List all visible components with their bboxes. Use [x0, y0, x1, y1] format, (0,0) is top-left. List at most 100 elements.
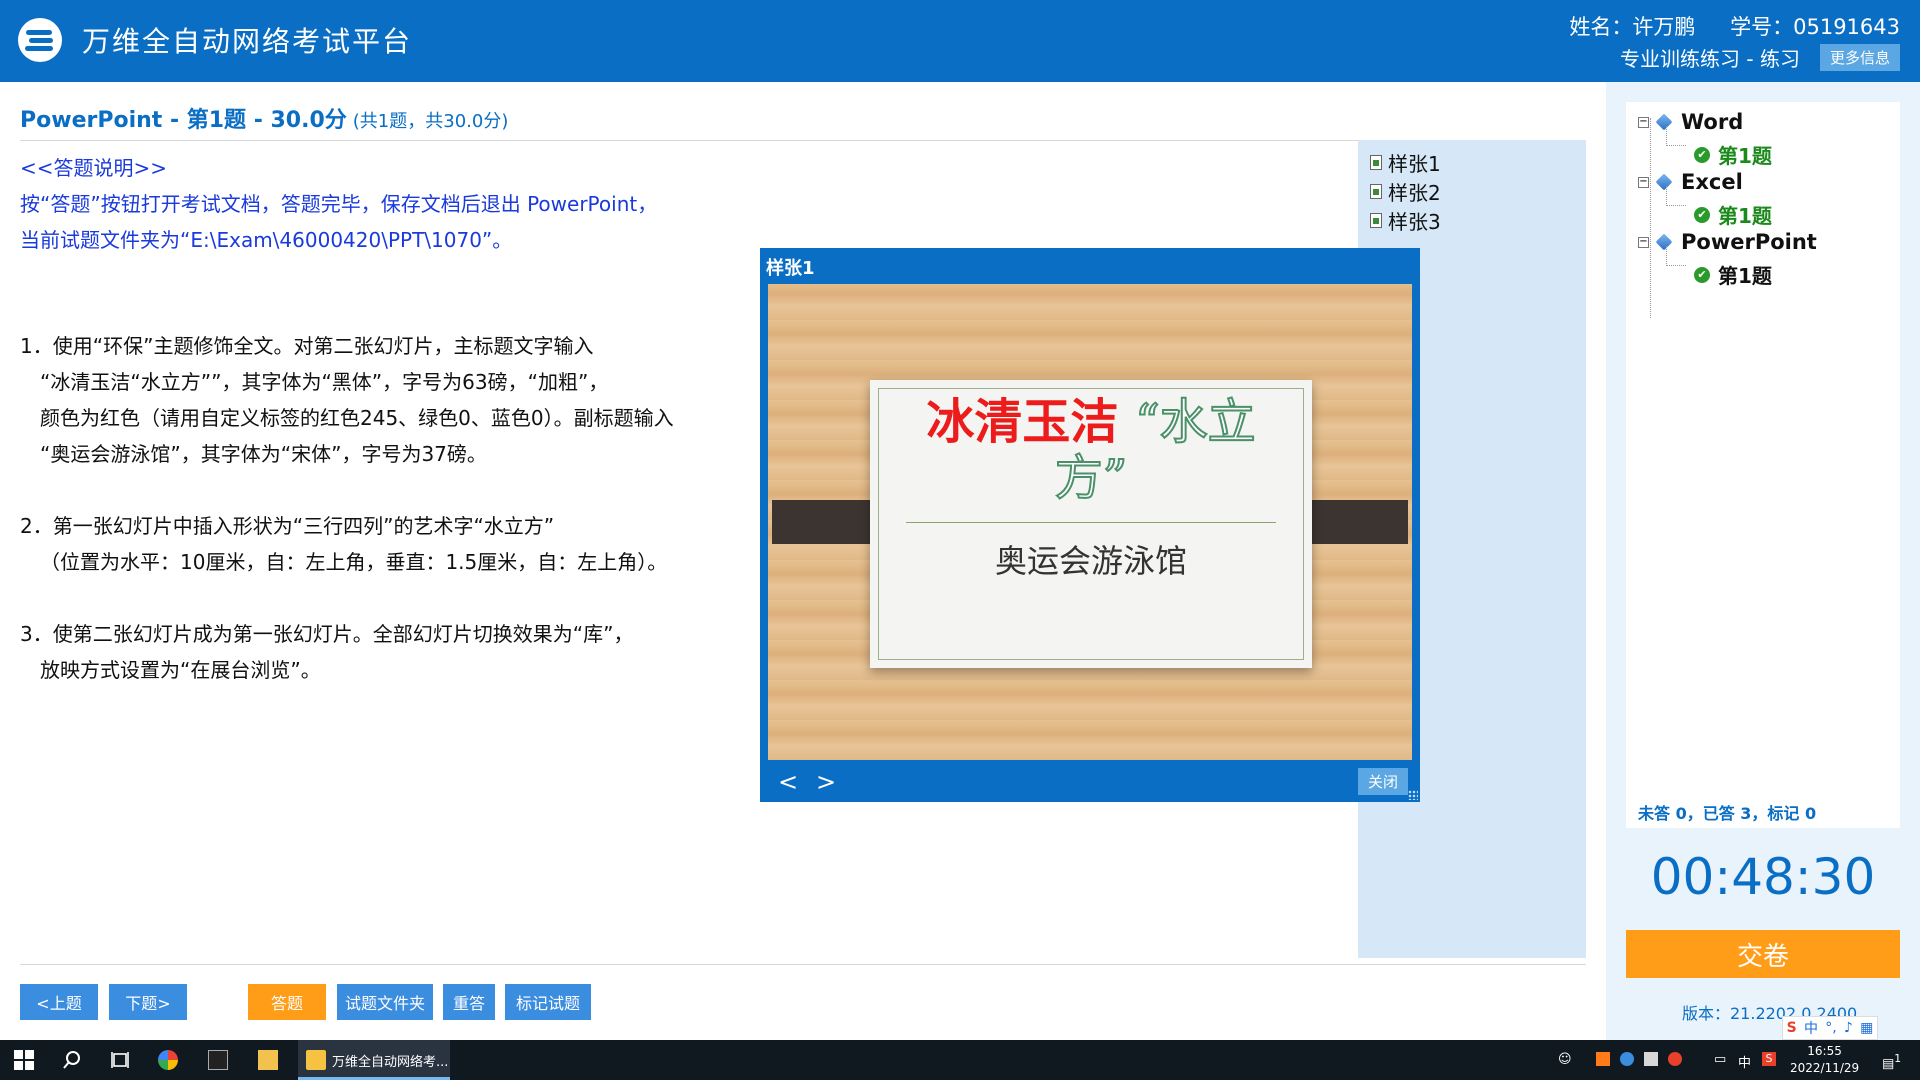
- microphone-icon[interactable]: ♪: [1844, 1020, 1853, 1036]
- collapse-icon[interactable]: −: [1638, 116, 1649, 128]
- countdown-timer: 00:48:30: [1650, 848, 1876, 906]
- tree-node-word[interactable]: − Word: [1638, 110, 1743, 134]
- sogou-icon[interactable]: S: [1787, 1020, 1797, 1036]
- prev-sample-button[interactable]: <: [778, 768, 798, 796]
- tray-app-icon[interactable]: [1620, 1052, 1634, 1066]
- notification-count: 1: [1894, 1052, 1902, 1065]
- clock-date: 2022/11/29: [1790, 1061, 1860, 1075]
- start-icon[interactable]: [14, 1050, 34, 1070]
- check-icon: ✔: [1694, 206, 1710, 223]
- sample-preview-window[interactable]: 样张1 冰清玉洁 “水立 方” 奥运会游泳馆 < > 关闭: [760, 248, 1420, 802]
- tree-node-powerpoint[interactable]: − PowerPoint: [1638, 230, 1817, 254]
- taskbar-app-label[interactable]: 万维全自动网络考...: [332, 1051, 448, 1070]
- tree-node-excel[interactable]: − Excel: [1638, 170, 1743, 194]
- ime-indicator[interactable]: 中: [1738, 1052, 1751, 1071]
- task-item: 3．使第二张幻灯片成为第一张幻灯片。全部幻灯片切换效果为“库”， 放映方式设置为…: [20, 616, 720, 688]
- tree-item-powerpoint-q1[interactable]: ✔ 第1题: [1694, 260, 1772, 289]
- question-folder-button[interactable]: 试题文件夹: [337, 984, 433, 1020]
- more-info-button[interactable]: 更多信息: [1819, 44, 1900, 71]
- slide-title-green: “水立: [1134, 393, 1257, 451]
- people-icon[interactable]: ☺: [1558, 1052, 1572, 1067]
- exam-app-icon[interactable]: [306, 1050, 326, 1070]
- tree-node-label: Excel: [1681, 170, 1743, 194]
- task-line: 2．第一张幻灯片中插入形状为“三行四列”的艺术字“水立方”: [20, 514, 555, 538]
- task-item: 2．第一张幻灯片中插入形状为“三行四列”的艺术字“水立方” （位置为水平：10厘…: [20, 508, 720, 580]
- image-file-icon: [1370, 184, 1382, 199]
- task-line: “冰清玉洁“水立方””，其字体为“黑体”，字号为63磅，“加粗”，: [40, 370, 609, 394]
- answer-button[interactable]: 答题: [248, 984, 326, 1020]
- sample-item[interactable]: 样张1: [1370, 148, 1441, 177]
- tree-item-label: 第1题: [1718, 264, 1772, 288]
- tray-app-icon[interactable]: [1596, 1052, 1610, 1066]
- task-view-icon[interactable]: [110, 1050, 130, 1070]
- slide-subtitle: 奥运会游泳馆: [994, 542, 1187, 580]
- tray-app-icon[interactable]: [1644, 1052, 1658, 1066]
- task-line: 3．使第二张幻灯片成为第一张幻灯片。全部幻灯片切换效果为“库”，: [20, 622, 634, 646]
- redo-button[interactable]: 重答: [443, 984, 495, 1020]
- ime-mode[interactable]: 中: [1804, 1018, 1818, 1038]
- tree-connector: [1666, 246, 1686, 266]
- app-header: 万维全自动网络考试平台 姓名：许万鹏 学号：05191643 专业训练练习 - …: [0, 0, 1920, 82]
- close-preview-button[interactable]: 关闭: [1357, 768, 1408, 795]
- app-title: 万维全自动网络考试平台: [82, 25, 413, 58]
- collapse-icon[interactable]: −: [1638, 236, 1649, 248]
- sample-item[interactable]: 样张2: [1370, 177, 1441, 206]
- browser-icon[interactable]: [158, 1050, 178, 1070]
- question-tree: − Word ✔ 第1题 − Excel ✔ 第1题 − PowerPoint …: [1626, 102, 1900, 828]
- sogou-tray-icon[interactable]: S: [1762, 1052, 1776, 1066]
- sample-item[interactable]: 样张3: [1370, 206, 1441, 235]
- tree-connector: [1666, 126, 1686, 146]
- clock-time: 16:55: [1807, 1044, 1842, 1058]
- search-icon[interactable]: [62, 1050, 82, 1070]
- check-icon: ✔: [1694, 146, 1710, 163]
- notification-icon[interactable]: ▤1: [1882, 1052, 1901, 1071]
- grid-icon[interactable]: ▦: [1860, 1020, 1873, 1036]
- terminal-icon[interactable]: [208, 1050, 228, 1070]
- sample-label: 样张3: [1388, 210, 1441, 234]
- ime-toolbar[interactable]: S 中 °, ♪ ▦: [1782, 1016, 1878, 1040]
- prev-question-button[interactable]: <上题: [20, 984, 98, 1020]
- mode-label: 专业训练练习 - 练习: [1620, 47, 1800, 71]
- task-line: 放映方式设置为“在展台浏览”。: [40, 658, 321, 682]
- next-sample-button[interactable]: >: [816, 768, 836, 796]
- user-info: 姓名：许万鹏 学号：05191643: [1541, 11, 1900, 41]
- image-file-icon: [1370, 155, 1382, 170]
- task-item: 1．使用“环保”主题修饰全文。对第二张幻灯片，主标题文字输入 “冰清玉洁“水立方…: [20, 328, 720, 472]
- next-question-button[interactable]: 下题>: [109, 984, 187, 1020]
- tree-item-word-q1[interactable]: ✔ 第1题: [1694, 140, 1772, 169]
- punctuation-icon[interactable]: °,: [1825, 1020, 1836, 1036]
- collapse-icon[interactable]: −: [1638, 176, 1649, 188]
- image-file-icon: [1370, 213, 1382, 228]
- slide-card: 冰清玉洁 “水立 方” 奥运会游泳馆: [870, 380, 1312, 668]
- slide-image: 冰清玉洁 “水立 方” 奥运会游泳馆: [768, 284, 1412, 760]
- answer-instructions: <<答题说明>> 按“答题”按钮打开考试文档，答题完毕，保存文档后退出 Powe…: [20, 150, 657, 258]
- network-icon[interactable]: ▭: [1714, 1052, 1726, 1067]
- task-line: （位置为水平：10厘米，自：左上角，垂直：1.5厘米，自：左上角）。: [40, 550, 668, 574]
- tray-app-icon[interactable]: [1668, 1052, 1682, 1066]
- submit-exam-button[interactable]: 交卷: [1626, 930, 1900, 978]
- tree-node-label: Word: [1681, 110, 1744, 134]
- task-line: 颜色为红色（请用自定义标签的红色245、绿色0、蓝色0）。副标题输入: [40, 406, 674, 430]
- slide-title: 冰清玉洁 “水立 方”: [870, 393, 1312, 507]
- taskbar-clock[interactable]: 16:55 2022/11/29: [1790, 1043, 1859, 1077]
- slide-divider: [906, 522, 1276, 523]
- check-icon: ✔: [1694, 266, 1710, 283]
- mark-question-button[interactable]: 标记试题: [505, 984, 591, 1020]
- question-title-sub: (共1题，共30.0分): [352, 111, 509, 132]
- tree-item-excel-q1[interactable]: ✔ 第1题: [1694, 200, 1772, 229]
- windows-taskbar: 万维全自动网络考... ☺ ▭ 中 S 16:55 2022/11/29 ▤1: [0, 1040, 1920, 1080]
- answer-stats: 未答 0，已答 3，标记 0: [1638, 804, 1817, 823]
- task-line: 1．使用“环保”主题修饰全文。对第二张幻灯片，主标题文字输入: [20, 334, 594, 358]
- tree-item-label: 第1题: [1718, 204, 1772, 228]
- tree-node-label: PowerPoint: [1681, 230, 1817, 254]
- app-logo-icon: [18, 18, 62, 62]
- slide-title-green: 方”: [1054, 449, 1129, 507]
- instructions-heading: <<答题说明>>: [20, 156, 168, 180]
- bottom-divider: [20, 964, 1586, 965]
- resize-grip-icon[interactable]: [1408, 790, 1418, 800]
- folder-icon[interactable]: [258, 1050, 278, 1070]
- student-id: 学号：05191643: [1730, 15, 1900, 39]
- slide-title-red: 冰清玉洁: [926, 394, 1119, 450]
- question-title-main: PowerPoint - 第1题 - 30.0分: [20, 108, 347, 133]
- sample-label: 样张1: [1388, 152, 1441, 176]
